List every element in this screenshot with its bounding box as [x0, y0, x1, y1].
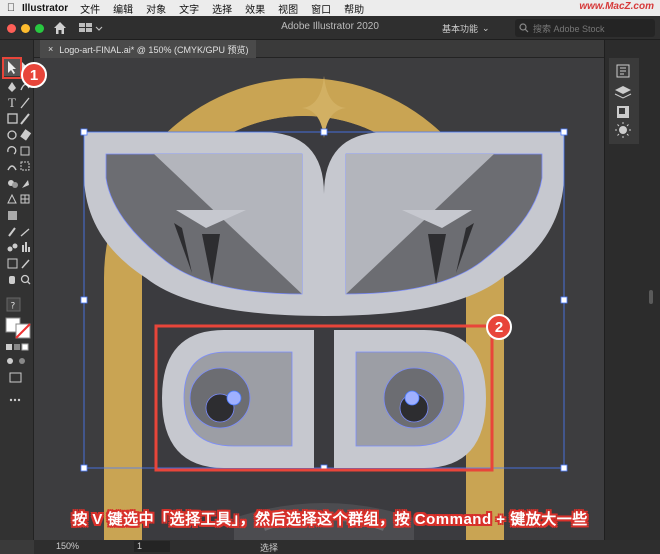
tab-close-icon[interactable]: × — [48, 44, 53, 54]
help-icon[interactable]: ? — [6, 297, 21, 312]
libraries-panel-icon[interactable] — [617, 106, 629, 118]
app-bar: Adobe Illustrator 2020 基本功能 ⌄ 搜索 Adobe S… — [0, 16, 660, 40]
mac-menu-bar:  Illustrator 文件 编辑 对象 文字 选择 效果 视图 窗口 帮助… — [0, 0, 660, 16]
live-paint-tool-icon[interactable] — [22, 180, 29, 188]
rotate-tool-icon[interactable] — [7, 146, 17, 155]
document-tab-bar: × Logo-art-FINAL.ai* @ 150% (CMYK/GPU 预览… — [34, 40, 604, 58]
scale-tool-icon[interactable] — [20, 146, 30, 156]
home-icon[interactable] — [52, 20, 68, 36]
measure-tool-icon[interactable] — [20, 228, 30, 237]
arrange-documents-icon[interactable] — [78, 21, 104, 35]
zoom-level-select[interactable]: 150% — [56, 541, 79, 551]
watermark: www.MacZ.com — [579, 1, 654, 12]
artboard-tool-icon[interactable] — [7, 258, 18, 269]
eraser-tool-icon[interactable] — [20, 129, 32, 141]
menu-select[interactable]: 选择 — [212, 1, 232, 16]
hand-tool-icon[interactable] — [9, 276, 15, 284]
menu-object[interactable]: 对象 — [146, 1, 166, 16]
step-badge-2: 2 — [486, 314, 512, 340]
apple-icon[interactable]:  — [0, 2, 22, 14]
slice-tool-icon[interactable] — [21, 259, 30, 269]
menu-window[interactable]: 窗口 — [311, 1, 331, 16]
blend-tool-icon[interactable] — [7, 243, 18, 252]
draw-mode-icon[interactable] — [7, 358, 25, 364]
tab-logo-art-final[interactable]: × Logo-art-FINAL.ai* @ 150% (CMYK/GPU 预览… — [40, 40, 257, 58]
artboard-canvas[interactable] — [34, 58, 604, 540]
zoom-window-button[interactable] — [35, 24, 44, 33]
menu-view[interactable]: 视图 — [278, 1, 298, 16]
svg-text:T: T — [8, 95, 16, 110]
column-graph-tool-icon[interactable] — [22, 242, 30, 252]
minimize-window-button[interactable] — [21, 24, 30, 33]
menu-app-name[interactable]: Illustrator — [22, 3, 68, 14]
highlight-selection-tool — [2, 57, 22, 79]
line-tool-icon[interactable] — [20, 97, 30, 109]
screen-mode-icon[interactable] — [9, 372, 22, 383]
workspace-switcher[interactable]: 基本功能 ⌄ — [442, 20, 498, 36]
type-tool-icon[interactable]: T — [8, 95, 16, 110]
shaper-tool-icon[interactable] — [7, 130, 17, 140]
gradient-tool-icon[interactable] — [8, 211, 17, 220]
warp-tool-icon[interactable] — [7, 165, 17, 171]
free-transform-tool-icon[interactable] — [20, 161, 30, 171]
zoom-tool-icon[interactable] — [20, 274, 31, 285]
step-badge-1: 1 — [21, 62, 47, 88]
search-icon — [519, 23, 529, 33]
search-placeholder: 搜索 Adobe Stock — [533, 23, 605, 34]
menu-help[interactable]: 帮助 — [344, 1, 364, 16]
pen-tool-icon[interactable] — [8, 82, 16, 92]
menu-edit[interactable]: 编辑 — [113, 1, 133, 16]
paintbrush-tool-icon[interactable] — [20, 113, 30, 125]
tutorial-caption: 按 V 键选中「选择工具」，然后选择这个群组，按 Command + 键放大一些 — [72, 511, 588, 528]
menu-type[interactable]: 文字 — [179, 1, 199, 16]
perspective-grid-tool-icon[interactable] — [7, 193, 17, 204]
color-mode-icons[interactable] — [6, 343, 29, 351]
rectangle-tool-icon[interactable] — [7, 113, 18, 124]
chevron-down-icon: ⌄ — [482, 22, 490, 33]
panel-scrollbar[interactable] — [649, 290, 653, 304]
tools-panel: T ? — [0, 40, 34, 540]
mesh-tool-icon[interactable] — [20, 194, 30, 204]
workspace-label: 基本功能 — [442, 23, 479, 34]
close-window-button[interactable] — [7, 24, 16, 33]
logo-artwork[interactable] — [34, 58, 604, 540]
eyedropper-tool-icon[interactable] — [8, 227, 16, 237]
current-tool-label: 选择 — [260, 543, 279, 553]
tab-label: Logo-art-FINAL.ai* @ 150% (CMYK/GPU 预览) — [59, 44, 249, 55]
artboard-number-field[interactable]: 1 — [134, 541, 170, 552]
fill-stroke-swatch[interactable] — [5, 317, 31, 339]
more-tools-icon[interactable] — [9, 398, 21, 402]
right-panel-dock — [604, 40, 660, 540]
menu-effect[interactable]: 效果 — [245, 1, 265, 16]
shape-builder-tool-icon[interactable] — [8, 180, 18, 188]
menu-file[interactable]: 文件 — [80, 1, 100, 16]
svg-text:?: ? — [11, 302, 16, 312]
status-bar: 150% 1 选择 — [34, 540, 660, 554]
stock-search-input[interactable]: 搜索 Adobe Stock — [515, 19, 655, 37]
